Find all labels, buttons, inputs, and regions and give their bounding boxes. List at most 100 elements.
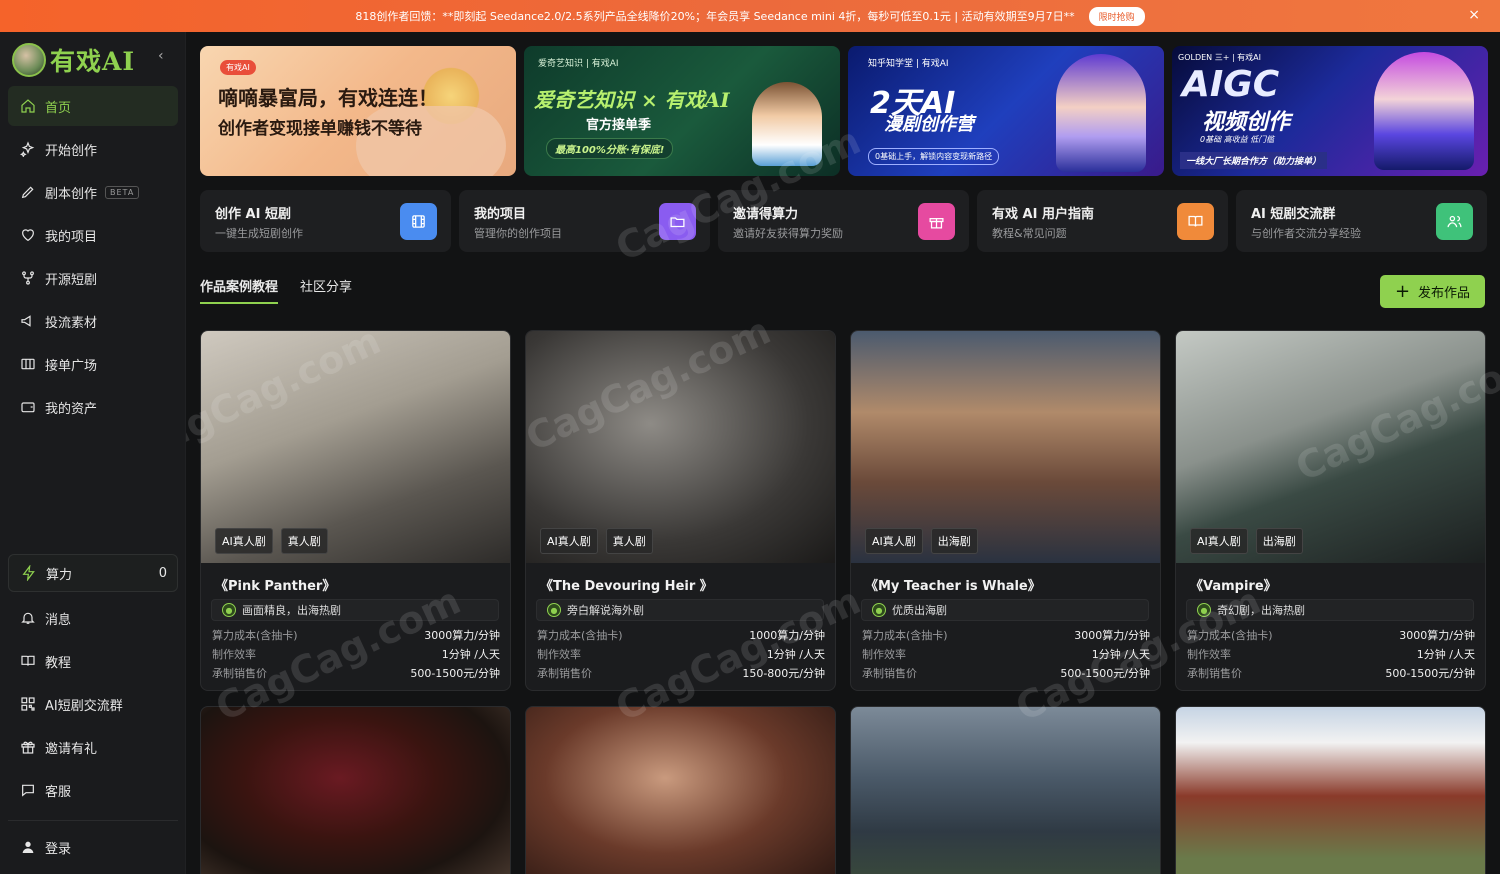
case-title: 《Vampire》 — [1190, 579, 1277, 594]
case-card-thumbnail[interactable] — [525, 706, 836, 874]
sidebar-item-label: 我的项目 — [45, 229, 98, 245]
case-feature-text: 优质出海剧 — [892, 604, 947, 617]
promo-text: 818创作者回馈：**即刻起 Seedance2.0/2.5系列产品全线降价20… — [355, 10, 1075, 23]
sidebar-item-my-projects[interactable]: 我的项目 — [8, 215, 178, 255]
thumb-icon: ● — [222, 603, 236, 617]
sidebar-item-my-assets[interactable]: 我的资产 — [8, 387, 178, 427]
lightning-icon — [21, 565, 37, 581]
cyber-girl-image — [1374, 52, 1474, 170]
case-stat-label: 算力成本(含抽卡) — [862, 629, 948, 642]
banner-subheadline: 创作者变现接单赚钱不等待 — [218, 119, 422, 139]
login-button[interactable]: 登录 — [8, 827, 178, 867]
case-card-thumbnail[interactable] — [850, 706, 1161, 874]
banner-headline: 嘀嘀暴富局，有戏连连！ — [218, 86, 438, 110]
quick-title: 我的项目 — [474, 207, 527, 222]
publish-button[interactable]: + 发布作品 — [1380, 275, 1485, 308]
banner-aigc[interactable]: GOLDEN 三+ | 有戏AI AIGC 视频创作 0基础 高收益 低门槛 一… — [1172, 46, 1488, 176]
case-tag: 出海剧 — [1255, 528, 1303, 554]
logo[interactable]: 有戏AI — [12, 40, 135, 80]
sidebar-item-start-create[interactable]: 开始创作 — [8, 129, 178, 169]
sidebar-item-messages[interactable]: 消息 — [8, 598, 178, 638]
home-icon — [20, 98, 36, 114]
qr-icon — [20, 696, 36, 712]
banner-iqiyi[interactable]: 爱奇艺知识 | 有戏AI 爱奇艺知识 × 有戏AI 官方接单季 最高100%分账… — [524, 46, 840, 176]
case-stat-label: 制作效率 — [537, 648, 581, 661]
case-tag: 真人剧 — [605, 528, 653, 554]
sidebar: 有戏AI ‹ 首页 开始创作 剧本创作 BETA 我的项目 开源短剧 投流素材 — [0, 32, 186, 874]
case-stat-label: 算力成本(含抽卡) — [212, 629, 298, 642]
case-stat-value: 500-1500元/分钟 — [1385, 667, 1475, 680]
banner-earn-money[interactable]: 有戏AI 嘀嘀暴富局，有戏连连！ 创作者变现接单赚钱不等待 — [200, 46, 516, 176]
sidebar-item-ad-material[interactable]: 投流素材 — [8, 301, 178, 341]
case-tag: 真人剧 — [280, 528, 328, 554]
secondary-nav: 消息 教程 AI短剧交流群 邀请有礼 客服 — [8, 598, 178, 813]
sidebar-item-order-plaza[interactable]: 接单广场 — [8, 344, 178, 384]
book-icon — [20, 653, 36, 669]
sidebar-item-label: 剧本创作 — [45, 186, 98, 202]
sidebar-item-label: 我的资产 — [45, 401, 98, 417]
case-stat-value: 1000算力/分钟 — [749, 629, 825, 642]
sidebar-item-support[interactable]: 客服 — [8, 770, 178, 810]
banner-note: 0基础上手，解锁内容变现新路径 — [868, 148, 1000, 165]
sidebar-item-label: 投流素材 — [45, 315, 98, 331]
quick-create-ai-drama[interactable]: 创作 AI 短剧 一键生成短剧创作 — [200, 190, 451, 252]
collapse-sidebar-icon[interactable]: ‹ — [158, 48, 164, 64]
tab-case-tutorials[interactable]: 作品案例教程 — [200, 276, 279, 304]
compute-power[interactable]: 算力 0 — [8, 554, 178, 592]
case-card[interactable]: AI真人剧 出海剧 《My Teacher is Whale》 ● 优质出海剧 算… — [850, 330, 1161, 691]
tab-community-share[interactable]: 社区分享 — [300, 276, 352, 304]
beta-badge: BETA — [105, 185, 140, 199]
book-icon — [1177, 203, 1214, 240]
sidebar-item-label: 首页 — [45, 100, 72, 116]
quick-subtitle: 一键生成短剧创作 — [215, 227, 303, 240]
bell-icon — [20, 610, 36, 626]
sidebar-item-label: 邀请有礼 — [45, 741, 98, 757]
sidebar-item-label: 接单广场 — [45, 358, 98, 374]
sidebar-item-tutorial[interactable]: 教程 — [8, 641, 178, 681]
case-card[interactable]: AI真人剧 真人剧 《Pink Panther》 ● 画面精良，出海热剧 算力成本… — [200, 330, 511, 691]
quick-user-guide[interactable]: 有戏 AI 用户指南 教程&常见问题 — [977, 190, 1228, 252]
close-icon[interactable]: × — [1468, 7, 1480, 23]
case-feature: ● 旁白解说海外剧 — [536, 599, 824, 621]
sidebar-item-label: 客服 — [45, 784, 72, 800]
banner-zhihu[interactable]: 知乎知学堂 | 有戏AI 2天AI 漫剧创作营 0基础上手，解锁内容变现新路径 — [848, 46, 1164, 176]
thumb-icon: ● — [872, 603, 886, 617]
case-feature: ● 优质出海剧 — [861, 599, 1149, 621]
case-stat-value: 3000算力/分钟 — [1074, 629, 1150, 642]
quick-title: AI 短剧交流群 — [1251, 207, 1336, 222]
case-stat-label: 承制销售价 — [537, 667, 592, 680]
promo-buy-button[interactable]: 限时抢购 — [1088, 6, 1145, 26]
sidebar-item-home[interactable]: 首页 — [8, 86, 178, 126]
main-nav: 首页 开始创作 剧本创作 BETA 我的项目 开源短剧 投流素材 接单广场 我的… — [8, 86, 178, 430]
plus-icon: + — [1394, 281, 1411, 302]
case-tag: 出海剧 — [930, 528, 978, 554]
sidebar-item-label: 消息 — [45, 612, 72, 628]
case-tag: AI真人剧 — [1190, 528, 1248, 554]
case-card-thumbnail[interactable] — [1175, 706, 1486, 874]
case-stat-label: 承制销售价 — [1187, 667, 1242, 680]
wallet-icon — [20, 399, 36, 415]
case-stat-value: 500-1500元/分钟 — [1060, 667, 1150, 680]
case-stat-value: 1分钟 /人天 — [1416, 648, 1475, 661]
case-feature-text: 旁白解说海外剧 — [567, 604, 644, 617]
gift-icon — [918, 203, 955, 240]
quick-community-group[interactable]: AI 短剧交流群 与创作者交流分享经验 — [1236, 190, 1487, 252]
brand-name: 有戏AI — [50, 47, 136, 76]
quick-subtitle: 管理你的创作项目 — [474, 227, 562, 240]
banner-logos: GOLDEN 三+ | 有戏AI — [1178, 53, 1262, 62]
sidebar-item-script[interactable]: 剧本创作 BETA — [8, 172, 178, 212]
case-stat-label: 算力成本(含抽卡) — [537, 629, 623, 642]
film-icon — [400, 203, 437, 240]
quick-my-projects[interactable]: 我的项目 管理你的创作项目 — [459, 190, 710, 252]
quick-subtitle: 邀请好友获得算力奖励 — [733, 227, 843, 240]
quick-invite-power[interactable]: 邀请得算力 邀请好友获得算力奖励 — [718, 190, 969, 252]
megaphone-icon — [20, 313, 36, 329]
sidebar-item-open-source[interactable]: 开源短剧 — [8, 258, 178, 298]
case-tag: AI真人剧 — [540, 528, 598, 554]
case-feature-text: 奇幻剧，出海热剧 — [1217, 604, 1305, 617]
sidebar-item-community-group[interactable]: AI短剧交流群 — [8, 684, 178, 724]
case-card-thumbnail[interactable] — [200, 706, 511, 874]
sidebar-item-invite[interactable]: 邀请有礼 — [8, 727, 178, 767]
case-card[interactable]: AI真人剧 出海剧 《Vampire》 ● 奇幻剧，出海热剧 算力成本(含抽卡) 3… — [1175, 330, 1486, 691]
case-card[interactable]: AI真人剧 真人剧 《The Devouring Heir 》 ● 旁白解说海外剧… — [525, 330, 836, 691]
